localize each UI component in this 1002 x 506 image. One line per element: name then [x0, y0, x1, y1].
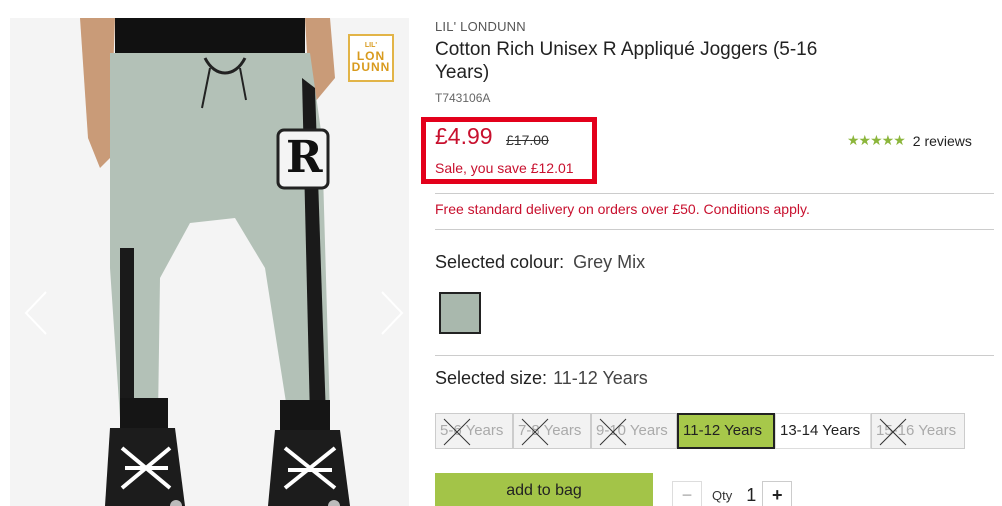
- product-image-gallery: R LIL' LON DUNN: [10, 18, 409, 506]
- product-rating[interactable]: ★★★★★ 2 reviews: [847, 132, 972, 149]
- size-option-11-12[interactable]: 11-12 Years: [677, 413, 775, 449]
- size-option-7-8[interactable]: 7-8 Years: [513, 413, 591, 449]
- brand-logo: LIL' LON DUNN: [348, 34, 394, 82]
- add-to-bag-button[interactable]: add to bag: [435, 473, 653, 506]
- reviews-link[interactable]: 2 reviews: [913, 133, 972, 149]
- product-brand[interactable]: LIL' LONDUNN: [435, 19, 526, 34]
- savings-text: Sale, you save £12.01: [435, 160, 574, 176]
- selected-colour-value: Grey Mix: [573, 252, 646, 272]
- size-option-label: 11-12 Years: [683, 422, 762, 439]
- selected-size-value: 11-12 Years: [553, 368, 648, 388]
- divider: [435, 193, 994, 194]
- selected-size: Selected size: 11-12 Years: [435, 368, 648, 389]
- next-image-arrow-icon[interactable]: [376, 288, 406, 338]
- unavailable-cross-icon: [599, 418, 627, 446]
- size-options: 5-6 Years 7-8 Years 9-10 Years 11-12 Yea…: [435, 413, 965, 449]
- size-option-13-14[interactable]: 13-14 Years: [775, 413, 871, 449]
- product-title: Cotton Rich Unisex R Appliqué Joggers (5…: [435, 39, 818, 83]
- product-sku: T743106A: [435, 91, 491, 105]
- gallery-dot[interactable]: [328, 500, 340, 506]
- size-option-9-10[interactable]: 9-10 Years: [591, 413, 677, 449]
- unavailable-cross-icon: [443, 418, 471, 446]
- quantity-decrease-button[interactable]: −: [672, 481, 702, 506]
- unavailable-cross-icon: [521, 418, 549, 446]
- selected-size-label: Selected size:: [435, 368, 548, 388]
- unavailable-cross-icon: [879, 418, 907, 446]
- divider: [435, 355, 994, 356]
- divider: [435, 229, 994, 230]
- brand-logo-line2: DUNN: [351, 60, 391, 74]
- quantity-stepper: − Qty 1 +: [672, 481, 793, 506]
- quantity-label: Qty: [712, 487, 733, 503]
- patch-letter: R: [286, 132, 323, 183]
- delivery-info[interactable]: Free standard delivery on orders over £5…: [435, 201, 810, 217]
- gallery-pagination-dots[interactable]: [170, 500, 340, 506]
- colour-swatch-grey-mix[interactable]: [439, 292, 481, 334]
- original-price: £17.00: [506, 132, 549, 148]
- selected-colour-label: Selected colour:: [435, 252, 565, 272]
- size-option-label: 13-14 Years: [780, 422, 861, 439]
- quantity-value[interactable]: 1: [742, 485, 760, 506]
- gallery-dot[interactable]: [170, 500, 182, 506]
- product-image: [10, 18, 409, 506]
- size-option-15-16[interactable]: 15-16 Years: [871, 413, 965, 449]
- selected-colour: Selected colour: Grey Mix: [435, 252, 645, 273]
- previous-image-arrow-icon[interactable]: [22, 288, 52, 338]
- size-option-5-6[interactable]: 5-6 Years: [435, 413, 513, 449]
- sale-price: £4.99: [435, 123, 493, 149]
- quantity-increase-button[interactable]: +: [762, 481, 793, 506]
- star-rating-icon: ★★★★★: [847, 132, 906, 148]
